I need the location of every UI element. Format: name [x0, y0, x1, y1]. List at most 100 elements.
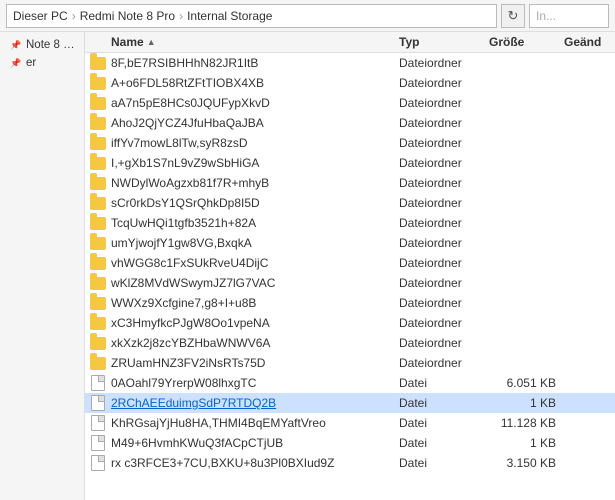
file-type: Dateiordner [395, 96, 485, 110]
file-name: wKlZ8MVdWSwymJZ7lG7VAC [111, 276, 275, 290]
file-type: Datei [395, 416, 485, 430]
file-type: Dateiordner [395, 356, 485, 370]
table-row[interactable]: sCr0rkDsY1QSrQhkDp8I5DDateiordner [85, 193, 615, 213]
file-type: Dateiordner [395, 276, 485, 290]
address-bar: Dieser PC › Redmi Note 8 Pro › Internal … [0, 0, 615, 32]
table-row[interactable]: aA7n5pE8HCs0JQUFypXkvD Dateiordner [85, 93, 615, 113]
path-part-1: Dieser PC [13, 9, 68, 23]
table-row[interactable]: wKlZ8MVdWSwymJZ7lG7VAC Dateiordner [85, 273, 615, 293]
file-type: Datei [395, 456, 485, 470]
file-name-cell: I,+gXb1S7nL9vZ9wSbHiGA [111, 156, 395, 170]
file-name-cell: umYjwojfY1gw8VG,BxqkA [111, 236, 395, 250]
folder-icon [85, 137, 111, 150]
file-name: aA7n5pE8HCs0JQUFypXkvD [111, 96, 270, 110]
folder-icon [85, 357, 111, 370]
file-type: Dateiordner [395, 176, 485, 190]
folder-icon [85, 177, 111, 190]
type-label: Typ [399, 35, 419, 49]
pin-icon: 📌 [10, 39, 22, 51]
search-placeholder: In... [536, 9, 556, 23]
sidebar-item-er[interactable]: 📌 er [0, 54, 84, 72]
changed-label: Geänd [564, 35, 601, 49]
sidebar-item-note8pro[interactable]: 📌 Note 8 Pro [0, 36, 84, 54]
file-type: Dateiordner [395, 216, 485, 230]
file-name: iffYv7mowL8lTw,syR8zsD [111, 136, 248, 150]
table-row[interactable]: I,+gXb1S7nL9vZ9wSbHiGA Dateiordner [85, 153, 615, 173]
table-row[interactable]: M49+6HvmhKWuQ3fACpCTjUBDatei1 KB [85, 433, 615, 453]
file-name: vhWGG8c1FxSUkRveU4DijC [111, 256, 268, 270]
file-name: 2RChAEEduimgSdP7RTDQ2B [111, 396, 276, 410]
table-row[interactable]: A+o6FDL58RtZFtTIOBX4XBDateiordner [85, 73, 615, 93]
file-name-cell: iffYv7mowL8lTw,syR8zsD [111, 136, 395, 150]
file-name-cell: M49+6HvmhKWuQ3fACpCTjUB [111, 436, 395, 450]
folder-icon [85, 57, 111, 70]
table-row[interactable]: ZRUamHNZ3FV2iNsRTs75DDateiordner [85, 353, 615, 373]
table-row[interactable]: 2RChAEEduimgSdP7RTDQ2BDatei1 KB [85, 393, 615, 413]
file-name: NWDylWoAgzxb81f7R+mhyB [111, 176, 269, 190]
file-name-cell: NWDylWoAgzxb81f7R+mhyB [111, 176, 395, 190]
column-header-changed[interactable]: Geänd [560, 35, 615, 49]
file-name-cell: xC3HmyfkcPJgW8Oo1vpeNA [111, 316, 395, 330]
table-row[interactable]: iffYv7mowL8lTw,syR8zsDDateiordner [85, 133, 615, 153]
file-size: 11.128 KB [485, 416, 560, 430]
folder-icon [85, 277, 111, 290]
file-type: Dateiordner [395, 156, 485, 170]
file-type: Dateiordner [395, 236, 485, 250]
size-label: Größe [489, 35, 524, 49]
file-size: 3.150 KB [485, 456, 560, 470]
search-box[interactable]: In... [529, 4, 609, 28]
file-name: TcqUwHQi1tgfb3521h+82A [111, 216, 256, 230]
column-header-size[interactable]: Größe [485, 35, 560, 49]
table-row[interactable]: AhoJ2QjYCZ4JfuHbaQaJBA Dateiordner [85, 113, 615, 133]
file-icon [85, 395, 111, 411]
file-type: Dateiordner [395, 296, 485, 310]
sidebar: 📌 Note 8 Pro 📌 er [0, 32, 85, 500]
sidebar-label-note8pro: Note 8 Pro [26, 39, 78, 51]
file-type: Dateiordner [395, 336, 485, 350]
table-row[interactable]: WWXz9Xcfgine7,g8+I+u8BDateiordner [85, 293, 615, 313]
address-path[interactable]: Dieser PC › Redmi Note 8 Pro › Internal … [6, 4, 497, 28]
file-type: Dateiordner [395, 56, 485, 70]
path-separator-1: › [72, 9, 76, 23]
table-row[interactable]: xC3HmyfkcPJgW8Oo1vpeNADateiordner [85, 313, 615, 333]
file-name: xkXzk2j8zcYBZHbaWNWV6A [111, 336, 270, 350]
folder-icon [85, 237, 111, 250]
column-header-type[interactable]: Typ [395, 35, 485, 49]
file-name: KhRGsajYjHu8HA,THMI4BqEMYaftVreo [111, 416, 326, 430]
path-separator-2: › [179, 9, 183, 23]
file-icon [85, 455, 111, 471]
file-name: I,+gXb1S7nL9vZ9wSbHiGA [111, 156, 259, 170]
folder-icon [85, 117, 111, 130]
file-icon [85, 375, 111, 391]
folder-icon [85, 197, 111, 210]
file-type: Dateiordner [395, 256, 485, 270]
table-row[interactable]: rx c3RFCE3+7CU,BXKU+8u3Pl0BXIud9ZDatei3.… [85, 453, 615, 473]
file-name: sCr0rkDsY1QSrQhkDp8I5D [111, 196, 260, 210]
table-row[interactable]: 0AOahl79YrerpW08lhxgTCDatei6.051 KB [85, 373, 615, 393]
file-name-cell: WWXz9Xcfgine7,g8+I+u8B [111, 296, 395, 310]
file-name-cell: rx c3RFCE3+7CU,BXKU+8u3Pl0BXIud9Z [111, 456, 395, 470]
column-header-name[interactable]: Name ▲ [85, 35, 395, 49]
file-type: Dateiordner [395, 116, 485, 130]
file-name-cell: wKlZ8MVdWSwymJZ7lG7VAC [111, 276, 395, 290]
file-type: Dateiordner [395, 316, 485, 330]
table-row[interactable]: umYjwojfY1gw8VG,BxqkADateiordner [85, 233, 615, 253]
table-row[interactable]: vhWGG8c1FxSUkRveU4DijC Dateiordner [85, 253, 615, 273]
file-list-container[interactable]: Name ▲ Typ Größe Geänd 8F,bE7RSIBHHhN82J… [85, 32, 615, 500]
name-label: Name [111, 35, 144, 49]
table-row[interactable]: KhRGsajYjHu8HA,THMI4BqEMYaftVreo Datei11.… [85, 413, 615, 433]
table-row[interactable]: 8F,bE7RSIBHHhN82JR1ItBDateiordner [85, 53, 615, 73]
file-icon [85, 415, 111, 431]
file-name-cell: vhWGG8c1FxSUkRveU4DijC [111, 256, 395, 270]
table-row[interactable]: xkXzk2j8zcYBZHbaWNWV6A Dateiordner [85, 333, 615, 353]
folder-icon [85, 157, 111, 170]
sort-arrow-name: ▲ [147, 37, 156, 47]
file-name: AhoJ2QjYCZ4JfuHbaQaJBA [111, 116, 264, 130]
refresh-button[interactable]: ↻ [501, 4, 525, 28]
table-row[interactable]: TcqUwHQi1tgfb3521h+82A Dateiordner [85, 213, 615, 233]
file-name-cell: KhRGsajYjHu8HA,THMI4BqEMYaftVreo [111, 416, 395, 430]
file-type: Datei [395, 436, 485, 450]
file-name-cell: ZRUamHNZ3FV2iNsRTs75D [111, 356, 395, 370]
file-size: 1 KB [485, 396, 560, 410]
table-row[interactable]: NWDylWoAgzxb81f7R+mhyB Dateiordner [85, 173, 615, 193]
